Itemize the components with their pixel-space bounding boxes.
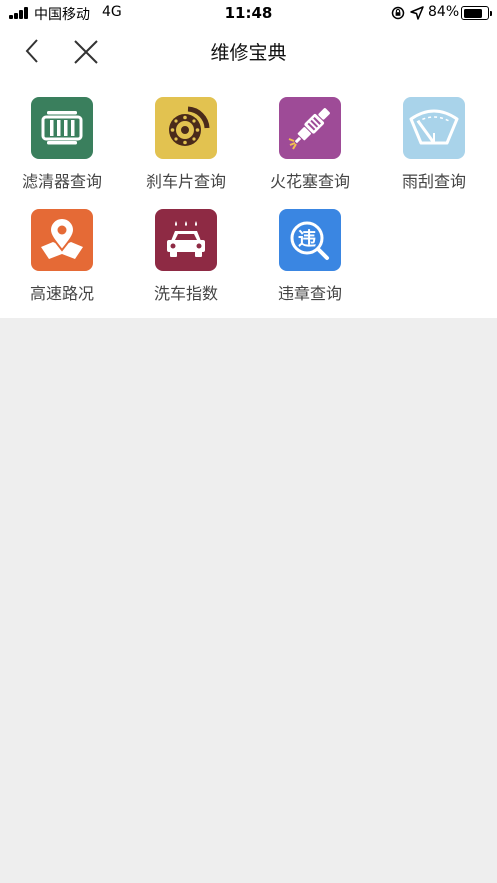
spark-plug-icon bbox=[279, 97, 341, 159]
tile-label: 高速路况 bbox=[29, 284, 94, 303]
status-bar: 中国移动 4G 11:48 84% bbox=[0, 0, 497, 26]
tile-wiper-query[interactable]: 雨刮查询 bbox=[372, 97, 496, 197]
tile-filter-query[interactable]: 滤清器查询 bbox=[0, 97, 124, 197]
tile-label: 洗车指数 bbox=[153, 284, 218, 303]
brake-disc-icon bbox=[155, 97, 217, 159]
tile-label: 火花塞查询 bbox=[269, 172, 350, 191]
tile-spark-plug-query[interactable]: 火花塞查询 bbox=[248, 97, 372, 197]
filter-icon bbox=[31, 97, 93, 159]
tile-highway-traffic[interactable]: 高速路况 bbox=[0, 209, 124, 309]
tile-label: 滤清器查询 bbox=[21, 172, 102, 191]
content-panel: 中国移动 4G 11:48 84% 维修宝典 滤清器查询 刹车片查询 火花塞查询… bbox=[0, 0, 497, 318]
tile-label: 雨刮查询 bbox=[401, 172, 466, 191]
violation-glyph: 违 bbox=[298, 228, 316, 250]
tile-car-wash-index[interactable]: 洗车指数 bbox=[124, 209, 248, 309]
tile-label: 违章查询 bbox=[277, 284, 342, 303]
battery-icon bbox=[461, 6, 492, 20]
battery-percent: 84% bbox=[428, 4, 460, 20]
rotation-lock-icon bbox=[391, 6, 405, 20]
tile-brake-pad-query[interactable]: 刹车片查询 bbox=[124, 97, 248, 197]
tile-label: 刹车片查询 bbox=[145, 172, 226, 191]
location-arrow-icon bbox=[410, 6, 424, 20]
car-wash-icon bbox=[155, 209, 217, 271]
page-title: 维修宝典 bbox=[210, 42, 287, 64]
violation-search-icon: 违 bbox=[279, 209, 341, 271]
wiper-icon bbox=[403, 97, 465, 159]
map-pin-icon bbox=[31, 209, 93, 271]
tile-violation-query[interactable]: 违 违章查询 bbox=[248, 209, 372, 309]
